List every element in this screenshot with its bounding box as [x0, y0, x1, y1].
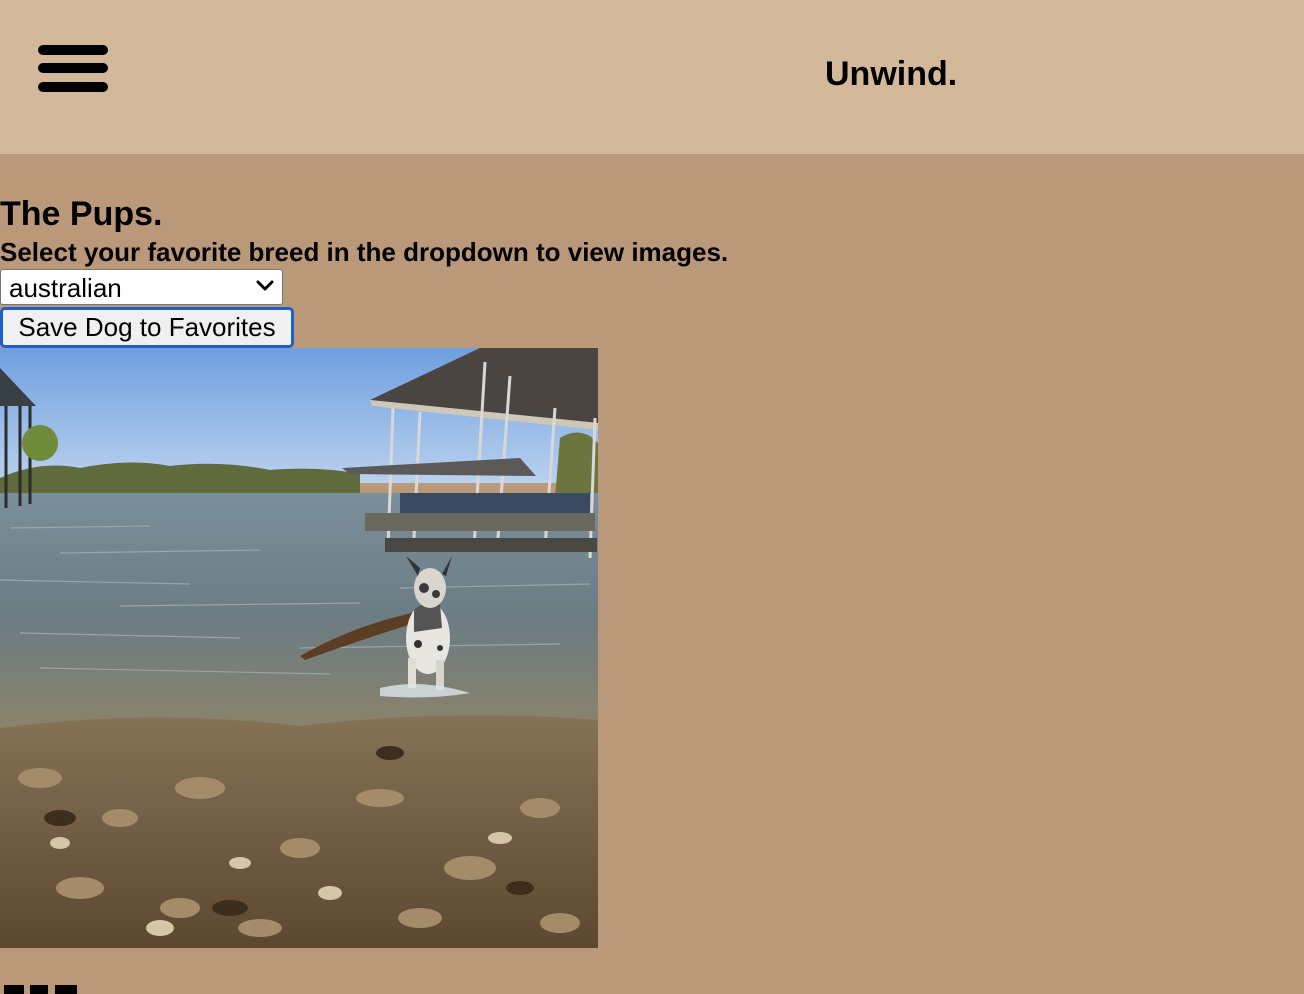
- next-section-heading-partial: [0, 985, 90, 994]
- site-header: Unwind.: [0, 0, 1304, 154]
- chevron-down-icon: [256, 280, 274, 291]
- breed-select[interactable]: australian: [0, 269, 283, 305]
- dog-photo: [0, 348, 598, 948]
- breed-select-value: australian: [9, 273, 122, 303]
- section-title: The Pups.: [0, 195, 163, 233]
- instructions-text: Select your favorite breed in the dropdo…: [0, 237, 729, 267]
- save-dog-to-favorites-button[interactable]: Save Dog to Favorites: [0, 307, 294, 348]
- site-title: Unwind.: [825, 55, 958, 93]
- hamburger-menu-icon[interactable]: [38, 45, 108, 93]
